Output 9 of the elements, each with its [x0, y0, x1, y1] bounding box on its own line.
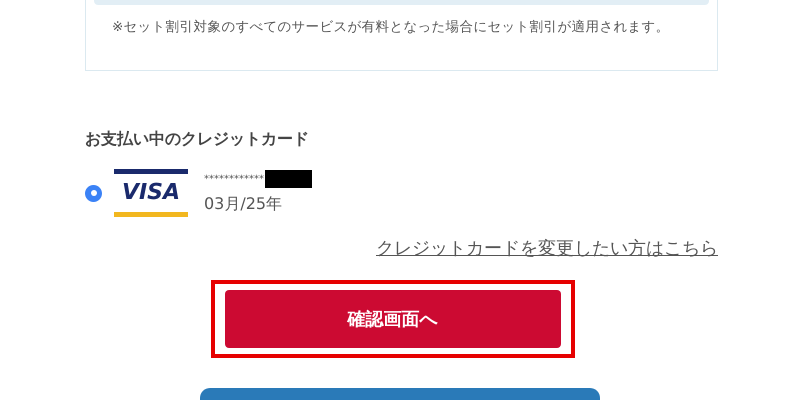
change-card-link[interactable]: クレジットカードを変更したい方はこちら	[376, 235, 718, 262]
confirm-button[interactable]: 確認画面へ	[224, 290, 560, 348]
card-expiry: 03月/25年	[204, 193, 284, 215]
redaction-block	[265, 170, 312, 188]
card-logo: VISA	[114, 169, 188, 217]
section-title: お支払い中のクレジットカード	[85, 128, 310, 150]
masked-card-number: ************	[204, 172, 264, 186]
notice-text: ※セット割引対象のすべてのサービスが有料となった場合にセット割引が適用されます。	[112, 18, 670, 37]
radio-button[interactable]	[85, 184, 102, 202]
